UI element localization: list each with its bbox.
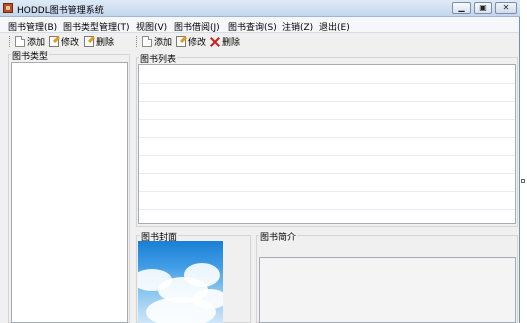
cloud-shape	[193, 289, 223, 309]
menu-logout[interactable]: 注销(Z)	[282, 20, 313, 33]
toolbar-grip[interactable]	[9, 36, 12, 47]
right-add-button[interactable]: 添加	[142, 35, 172, 48]
left-delete-label: 删除	[96, 38, 115, 48]
new-page-icon	[142, 36, 152, 47]
edit-pencil-icon	[84, 36, 94, 47]
left-add-label: 添加	[27, 38, 46, 48]
maximize-icon: ▣	[479, 3, 487, 12]
window-title: HODDL图书管理系统	[17, 6, 104, 16]
main-window: HODDL图书管理系统 ▁ ▣ ✕ 图书管理(B) 图书类型管理(T) 视图(V…	[0, 0, 520, 323]
grid-row-divider	[139, 137, 515, 138]
grid-row-divider	[139, 209, 515, 210]
grid-row-divider	[139, 191, 515, 192]
right-edit-label: 修改	[188, 38, 207, 48]
close-icon: ✕	[502, 3, 510, 12]
menu-view[interactable]: 视图(V)	[136, 20, 167, 33]
title-bar[interactable]: HODDL图书管理系统 ▁ ▣ ✕	[0, 0, 520, 17]
grid-row-divider	[139, 83, 515, 84]
left-add-button[interactable]: 添加	[15, 35, 45, 48]
grid-row-divider	[139, 101, 515, 102]
grid-row-divider	[139, 155, 515, 156]
close-button[interactable]: ✕	[495, 2, 517, 14]
menu-bar: 图书管理(B) 图书类型管理(T) 视图(V) 图书借阅(J) 图书查询(S) …	[0, 17, 519, 33]
red-x-icon	[210, 37, 220, 47]
book-intro-group-title: 图书简介	[259, 230, 298, 243]
left-edit-button[interactable]: 修改	[49, 35, 79, 48]
book-type-group-title: 图书类型	[11, 49, 50, 62]
right-add-label: 添加	[154, 38, 173, 48]
right-delete-label: 删除	[222, 38, 241, 48]
menu-book-borrow[interactable]: 图书借阅(J)	[174, 20, 220, 33]
menu-book-query[interactable]: 图书查询(S)	[228, 20, 277, 33]
edit-pencil-icon	[176, 36, 186, 47]
right-edit-button[interactable]: 修改	[176, 35, 206, 48]
cloud-shape	[184, 263, 220, 287]
edit-pencil-icon	[49, 36, 59, 47]
left-toolbar: 添加 修改 删除	[0, 34, 132, 50]
maximize-button[interactable]: ▣	[474, 2, 492, 14]
menu-exit[interactable]: 退出(E)	[319, 20, 350, 33]
menu-book-management[interactable]: 图书管理(B)	[8, 20, 57, 33]
book-intro-textbox[interactable]	[259, 257, 516, 323]
menu-book-type-management[interactable]: 图书类型管理(T)	[63, 20, 130, 33]
book-type-tree[interactable]	[11, 62, 128, 323]
left-delete-button[interactable]: 删除	[84, 35, 114, 48]
book-cover-image	[138, 241, 223, 323]
toolbar-grip[interactable]	[136, 36, 139, 47]
right-delete-button[interactable]: 删除	[210, 35, 240, 48]
window-resize-handle[interactable]	[521, 179, 525, 183]
right-toolbar: 添加 修改 删除	[133, 34, 333, 50]
grid-row-divider	[139, 173, 515, 174]
left-edit-label: 修改	[61, 38, 80, 48]
book-list-grid[interactable]	[138, 64, 516, 224]
grid-row-divider	[139, 119, 515, 120]
minimize-button[interactable]: ▁	[452, 2, 471, 14]
app-icon	[3, 3, 13, 13]
minimize-icon: ▁	[458, 3, 465, 12]
new-page-icon	[15, 36, 25, 47]
